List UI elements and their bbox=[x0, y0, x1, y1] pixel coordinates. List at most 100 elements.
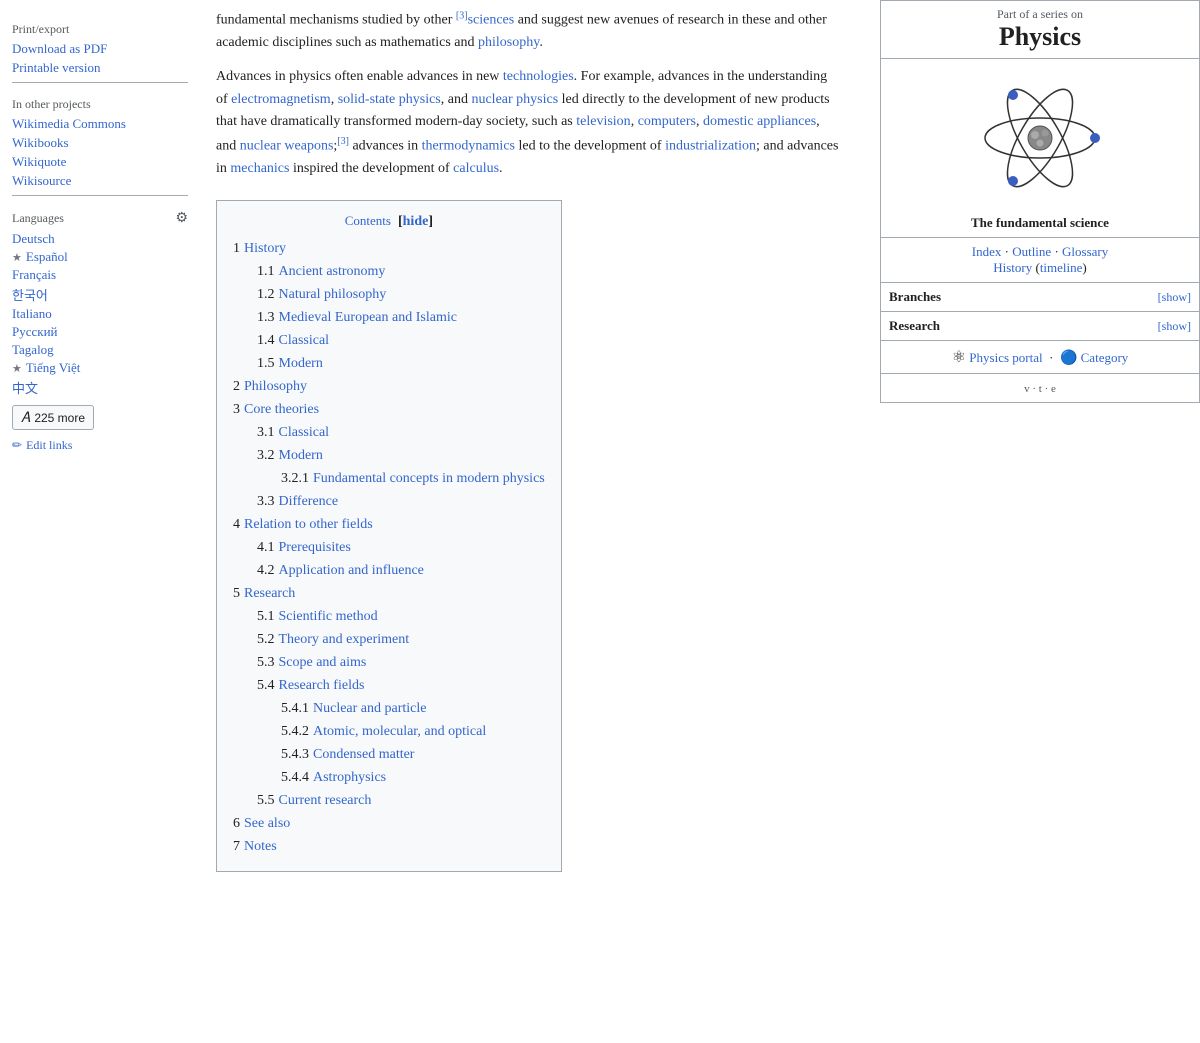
toc-hide-link[interactable]: hide bbox=[403, 214, 429, 229]
lang-item-русский[interactable]: Русский bbox=[12, 324, 188, 340]
television-link[interactable]: television bbox=[576, 114, 630, 129]
lang-item-tiếng-việt[interactable]: ★ Tiếng Việt bbox=[12, 360, 188, 376]
toc-link[interactable]: Philosophy bbox=[244, 379, 307, 394]
lang-link[interactable]: Tiếng Việt bbox=[26, 360, 80, 376]
philosophy-link[interactable]: philosophy bbox=[478, 35, 539, 50]
lang-link[interactable]: Tagalog bbox=[12, 342, 54, 357]
sciences-sup: [3] bbox=[456, 10, 468, 21]
lang-link[interactable]: Français bbox=[12, 267, 56, 282]
toc-num: 5.2 bbox=[257, 632, 275, 647]
body-paragraph-2: Advances in physics often enable advance… bbox=[216, 66, 840, 180]
printable-version-link[interactable]: Printable version bbox=[12, 60, 188, 76]
lang-item-italiano[interactable]: Italiano bbox=[12, 306, 188, 322]
toc-link[interactable]: Classical bbox=[279, 333, 330, 348]
toc-link[interactable]: Notes bbox=[244, 839, 277, 854]
toc-link[interactable]: History bbox=[244, 241, 286, 256]
calculus-link[interactable]: calculus bbox=[453, 161, 499, 176]
computers-link[interactable]: computers bbox=[638, 114, 696, 129]
sciences-link-text[interactable]: sciences bbox=[468, 13, 515, 28]
branches-label: Branches bbox=[889, 289, 941, 305]
glossary-link[interactable]: Glossary bbox=[1062, 244, 1108, 259]
vte-links: v · t · e bbox=[1024, 383, 1056, 395]
star-icon: ★ bbox=[12, 362, 22, 375]
physics-portal-link[interactable]: Physics portal bbox=[969, 350, 1042, 365]
more-languages-button[interactable]: 𝐴 225 more bbox=[12, 405, 94, 430]
toc-item: 1.4Classical bbox=[233, 330, 545, 351]
wikimedia-commons-link[interactable]: Wikimedia Commons bbox=[12, 116, 188, 132]
toc-link[interactable]: Current research bbox=[279, 793, 372, 808]
nuclear-weapons-link[interactable]: nuclear weapons bbox=[240, 138, 334, 153]
toc-item: 5.4Research fields bbox=[233, 675, 545, 696]
lang-link[interactable]: Deutsch bbox=[12, 231, 55, 246]
toc-item: 1.2Natural philosophy bbox=[233, 284, 545, 305]
lang-item-한국어[interactable]: 한국어 bbox=[12, 285, 188, 304]
lang-link[interactable]: Italiano bbox=[12, 306, 52, 321]
toc-link[interactable]: See also bbox=[244, 816, 290, 831]
solid-state-link[interactable]: solid-state physics bbox=[338, 92, 441, 107]
domestic-link[interactable]: domestic appliances bbox=[703, 114, 816, 129]
branches-show[interactable]: [show] bbox=[1158, 290, 1191, 305]
toc-link[interactable]: Scope and aims bbox=[279, 655, 367, 670]
toc-link[interactable]: Classical bbox=[279, 425, 330, 440]
wikisource-link[interactable]: Wikisource bbox=[12, 173, 188, 189]
timeline-link[interactable]: timeline bbox=[1040, 260, 1083, 275]
category-link[interactable]: Category bbox=[1081, 350, 1129, 365]
lang-link[interactable]: Español bbox=[26, 249, 68, 265]
toc-link[interactable]: Fundamental concepts in modern physics bbox=[313, 471, 545, 486]
industrialization-link[interactable]: industrialization bbox=[665, 138, 756, 153]
toc-num: 3.3 bbox=[257, 494, 275, 509]
toc-link[interactable]: Difference bbox=[279, 494, 339, 509]
toc-link[interactable]: Medieval European and Islamic bbox=[279, 310, 457, 325]
lang-link[interactable]: 中文 bbox=[12, 381, 38, 396]
toc-link[interactable]: Relation to other fields bbox=[244, 517, 373, 532]
toc-link[interactable]: Modern bbox=[279, 448, 323, 463]
toc-link[interactable]: Astrophysics bbox=[313, 770, 386, 785]
electromagnetism-link[interactable]: electromagnetism bbox=[231, 92, 331, 107]
toc-link[interactable]: Modern bbox=[279, 356, 323, 371]
toc-link[interactable]: Research fields bbox=[279, 678, 365, 693]
toc-link[interactable]: Condensed matter bbox=[313, 747, 414, 762]
infobox-links-row: Index · Outline · Glossary History (time… bbox=[881, 238, 1200, 283]
toc-link[interactable]: Nuclear and particle bbox=[313, 701, 427, 716]
edit-links-button[interactable]: ✏ Edit links bbox=[12, 438, 72, 453]
star-icon: ★ bbox=[12, 251, 22, 264]
toc-num: 5.4.2 bbox=[281, 724, 309, 739]
lang-item-español[interactable]: ★ Español bbox=[12, 249, 188, 265]
toc-link[interactable]: Core theories bbox=[244, 402, 319, 417]
sidebar: Print/export Download as PDF Printable v… bbox=[0, 0, 200, 888]
toc-item: 3.3 Difference bbox=[233, 491, 545, 512]
toc-link[interactable]: Natural philosophy bbox=[279, 287, 387, 302]
lang-item-deutsch[interactable]: Deutsch bbox=[12, 231, 188, 247]
edit-links-label: Edit links bbox=[26, 438, 72, 453]
toc-num: 5.1 bbox=[257, 609, 275, 624]
toc-item: 6See also bbox=[233, 813, 545, 834]
toc-link[interactable]: Theory and experiment bbox=[279, 632, 410, 647]
toc-link[interactable]: Ancient astronomy bbox=[279, 264, 386, 279]
technologies-link[interactable]: technologies bbox=[503, 69, 574, 84]
gear-icon[interactable]: ⚙ bbox=[175, 210, 188, 227]
research-show[interactable]: [show] bbox=[1158, 319, 1191, 334]
toc-item: 3Core theories bbox=[233, 399, 545, 420]
lang-link[interactable]: Русский bbox=[12, 324, 58, 339]
lang-item-中文[interactable]: 中文 bbox=[12, 378, 188, 397]
thermodynamics-link[interactable]: thermodynamics bbox=[422, 138, 515, 153]
outline-link[interactable]: Outline bbox=[1012, 244, 1051, 259]
toc-link[interactable]: Atomic, molecular, and optical bbox=[313, 724, 486, 739]
lang-link[interactable]: 한국어 bbox=[12, 288, 48, 303]
toc-link[interactable]: Research bbox=[244, 586, 295, 601]
history-link[interactable]: History bbox=[993, 260, 1032, 275]
toc-item: 1.3Medieval European and Islamic bbox=[233, 307, 545, 328]
toc-link[interactable]: Application and influence bbox=[279, 563, 424, 578]
wikibooks-link[interactable]: Wikibooks bbox=[12, 135, 188, 151]
mechanics-link[interactable]: mechanics bbox=[230, 161, 289, 176]
index-link[interactable]: Index bbox=[972, 244, 1002, 259]
lang-item-tagalog[interactable]: Tagalog bbox=[12, 342, 188, 358]
nuclear-physics-link[interactable]: nuclear physics bbox=[471, 92, 558, 107]
sciences-link[interactable]: [3] bbox=[456, 13, 468, 28]
toc-link[interactable]: Prerequisites bbox=[279, 540, 351, 555]
toc-link[interactable]: Scientific method bbox=[279, 609, 378, 624]
wikiquote-link[interactable]: Wikiquote bbox=[12, 154, 188, 170]
download-pdf-link[interactable]: Download as PDF bbox=[12, 41, 188, 57]
toc-num: 1 bbox=[233, 241, 240, 256]
lang-item-français[interactable]: Français bbox=[12, 267, 188, 283]
